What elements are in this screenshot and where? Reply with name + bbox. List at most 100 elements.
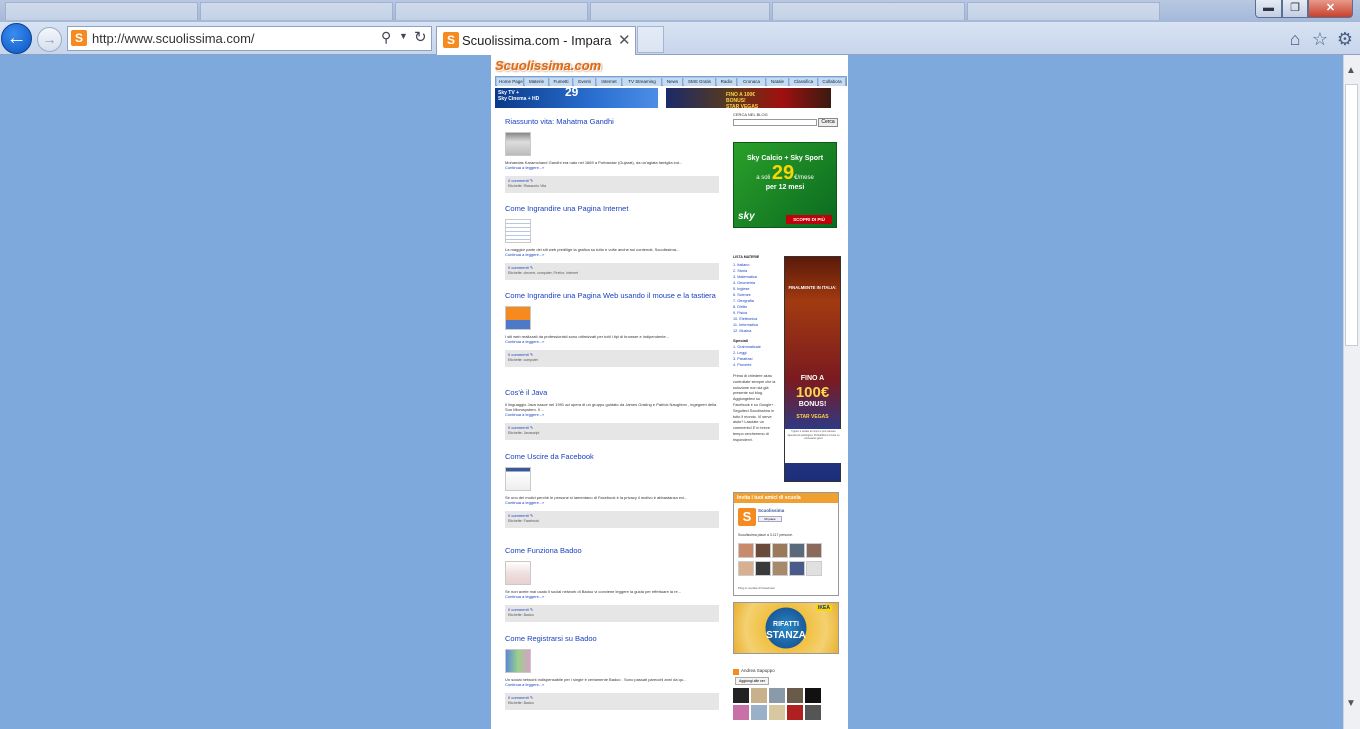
read-more-link[interactable]: Continua a leggere...» (505, 252, 719, 257)
pencil-icon[interactable]: ✎ (530, 695, 533, 700)
post-thumbnail[interactable] (505, 132, 531, 156)
scroll-down-icon[interactable]: ▼ (1346, 698, 1356, 709)
background-tab[interactable] (200, 2, 393, 20)
menu-item[interactable]: Natale (767, 78, 789, 86)
avatar[interactable] (787, 705, 803, 720)
subject-link[interactable]: 2. Storia (733, 269, 747, 273)
subject-link[interactable]: 1. Italiano (733, 263, 749, 267)
post-labels[interactable]: Etichette: Riassunto Vita (508, 184, 716, 189)
read-more-link[interactable]: Continua a leggere...» (505, 165, 719, 170)
ikea-ad[interactable]: IKEA RIFATTI STANZA (733, 602, 839, 654)
gear-icon[interactable]: ⚙ (1334, 28, 1356, 50)
special-link[interactable]: 2. Leggi (733, 351, 747, 355)
forward-button[interactable]: → (37, 27, 62, 52)
pencil-icon[interactable]: ✎ (530, 513, 533, 518)
special-link[interactable]: 1. Grammaticale (733, 345, 761, 349)
subject-link[interactable]: 11. Informatica (733, 323, 758, 327)
post-title-link[interactable]: Come Uscire da Facebook (505, 452, 719, 461)
back-button[interactable]: ← (1, 23, 32, 54)
tab-active[interactable]: S Scuolissima.com - Imparar... ✕ (436, 26, 636, 56)
post-labels[interactable]: Etichette: Javascript (508, 431, 716, 436)
post-labels[interactable]: Etichette: Facebook (508, 519, 716, 524)
avatar[interactable] (751, 688, 767, 703)
subject-link[interactable]: 8. Diritto (733, 305, 747, 309)
subject-link[interactable]: 7. Geografia (733, 299, 754, 303)
star-icon[interactable]: ☆ (1309, 28, 1331, 50)
site-logo[interactable]: Scuolissima.com (495, 58, 601, 73)
follow-button[interactable]: Aggiungi alle cer (735, 677, 769, 685)
pencil-icon[interactable]: ✎ (530, 352, 533, 357)
subject-link[interactable]: 10. Elettronica (733, 317, 757, 321)
avatar[interactable] (806, 561, 822, 576)
avatar[interactable] (738, 543, 754, 558)
comments-count[interactable]: 0 commenti (508, 265, 529, 270)
avatar[interactable] (769, 705, 785, 720)
avatar[interactable] (789, 561, 805, 576)
close-tab-icon[interactable]: ✕ (618, 31, 631, 49)
background-tab[interactable] (967, 2, 1160, 20)
pencil-icon[interactable]: ✎ (530, 265, 533, 270)
menu-item[interactable]: Radio (717, 78, 737, 86)
avatar[interactable] (738, 561, 754, 576)
special-link[interactable]: 4. Proverbi (733, 363, 751, 367)
post-thumbnail[interactable] (505, 649, 531, 673)
comments-count[interactable]: 0 commenti (508, 513, 529, 518)
menu-item[interactable]: SMS Gratis (684, 78, 716, 86)
post-title-link[interactable]: Riassunto vita: Mahatma Gandhi (505, 117, 719, 126)
address-bar[interactable]: S http://www.scuolissima.com/ ⚲ ▼ ↻ (67, 26, 432, 51)
comments-count[interactable]: 0 commenti (508, 695, 529, 700)
background-tab[interactable] (5, 2, 198, 20)
pencil-icon[interactable]: ✎ (530, 607, 533, 612)
post-title-link[interactable]: Come Funziona Badoo (505, 546, 719, 555)
avatar[interactable] (769, 688, 785, 703)
subject-link[interactable]: 12. Musica (733, 329, 751, 333)
read-more-link[interactable]: Continua a leggere...» (505, 339, 719, 344)
post-title-link[interactable]: Come Registrarsi su Badoo (505, 634, 719, 643)
background-tab[interactable] (590, 2, 770, 20)
sky-sport-ad[interactable]: Sky Calcio + Sky Sport a soli 29€/mese p… (733, 142, 837, 228)
page-name-link[interactable]: Scuolissima (758, 508, 784, 513)
star-vegas-ad[interactable]: FINALMENTE IN ITALIA: FINO A 100€ BONUS!… (784, 256, 842, 482)
read-more-link[interactable]: Continua a leggere...» (505, 500, 719, 505)
casino-banner[interactable]: FINO A 100€ BONUS! STAR VEGAS (666, 88, 831, 110)
avatar[interactable] (806, 543, 822, 558)
menu-item[interactable]: Classifica (790, 78, 818, 86)
post-labels[interactable]: Etichette: chrome, computer, Firefox, In… (508, 271, 716, 276)
comments-count[interactable]: 0 commenti (508, 352, 529, 357)
url-input[interactable]: http://www.scuolissima.com/ (92, 31, 255, 46)
post-title-link[interactable]: Come Ingrandire una Pagina Web usando il… (505, 291, 719, 300)
post-title-link[interactable]: Cos'è il Java (505, 388, 719, 397)
subject-link[interactable]: 5. Inglese (733, 287, 749, 291)
chevron-down-icon[interactable]: ▼ (399, 31, 408, 41)
refresh-icon[interactable]: ↻ (414, 28, 427, 46)
maximize-button[interactable]: ❐ (1282, 0, 1308, 18)
avatar[interactable] (772, 543, 788, 558)
read-more-link[interactable]: Continua a leggere...» (505, 594, 719, 599)
scroll-up-icon[interactable]: ▲ (1346, 65, 1356, 76)
subject-link[interactable]: 9. Fisica (733, 311, 747, 315)
post-labels[interactable]: Etichette: Badoo (508, 701, 716, 706)
ad-cta-button[interactable]: SCOPRI DI PIÙ (786, 215, 832, 224)
menu-item[interactable]: Cronaca (738, 78, 766, 86)
subject-link[interactable]: 6. Scienze (733, 293, 751, 297)
search-button[interactable]: Cerca (818, 118, 838, 127)
comments-count[interactable]: 0 commenti (508, 607, 529, 612)
special-link[interactable]: 3. Parafrasi (733, 357, 752, 361)
search-icon[interactable]: ⚲ (381, 29, 391, 46)
avatar[interactable] (733, 688, 749, 703)
avatar[interactable] (772, 561, 788, 576)
author-name[interactable]: Andrea Sapuppo (741, 668, 775, 673)
menu-item[interactable]: Home Page (497, 78, 524, 86)
menu-item[interactable]: Materie (525, 78, 549, 86)
avatar[interactable] (789, 543, 805, 558)
subject-link[interactable]: 3. Matematica (733, 275, 757, 279)
pencil-icon[interactable]: ✎ (530, 178, 533, 183)
avatar[interactable] (787, 688, 803, 703)
new-tab-button[interactable] (637, 26, 664, 53)
comments-count[interactable]: 0 commenti (508, 178, 529, 183)
avatar[interactable] (755, 561, 771, 576)
minimize-button[interactable]: ▬ (1255, 0, 1282, 18)
menu-item[interactable]: News (663, 78, 683, 86)
read-more-link[interactable]: Continua a leggere...» (505, 682, 719, 687)
post-title-link[interactable]: Come Ingrandire una Pagina Internet (505, 204, 719, 213)
